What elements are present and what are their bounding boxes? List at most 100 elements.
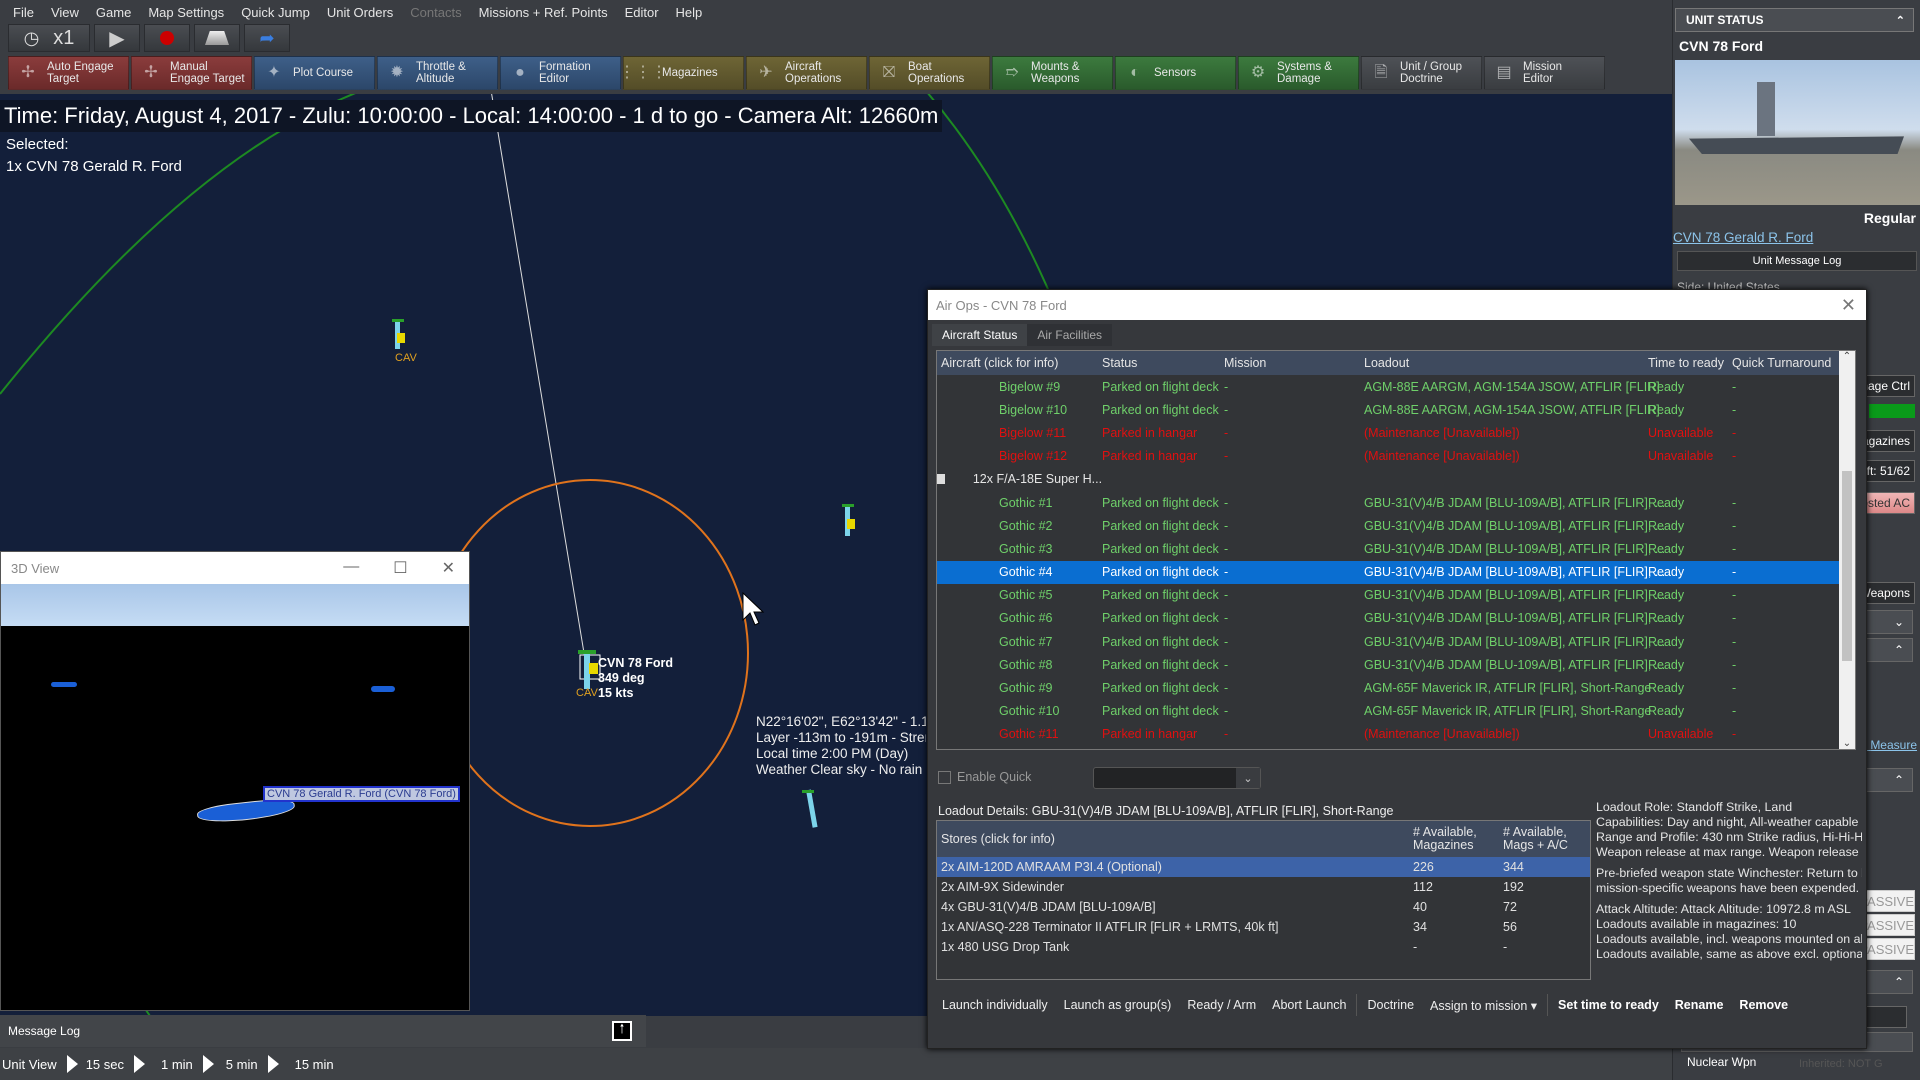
toolbar-button-magazines[interactable]: ⋮⋮⋮ Magazines [619, 56, 744, 90]
step-15sec[interactable]: 15 sec [86, 1057, 124, 1072]
close-icon[interactable]: ✕ [442, 558, 455, 578]
aircraft-row[interactable]: Gothic #9 Parked on flight deck - AGM-65F M… [937, 676, 1855, 699]
toolbar-button-systems-damage[interactable]: ⚙ Systems & Damage [1238, 56, 1359, 90]
aircraft-table-scrollbar[interactable]: ⌃ ⌄ [1839, 351, 1855, 749]
toolbar-button-boat-operations[interactable]: ⛝ Boat Operations [869, 56, 990, 90]
aircraft-row[interactable]: Gothic #10 Parked on flight deck - AGM-65F … [937, 700, 1855, 723]
toolbar-button-aircraft-operations[interactable]: ✈ Aircraft Operations [746, 56, 867, 90]
toolbar-button-plot-course[interactable]: ✦ Plot Course [254, 56, 375, 90]
col-quick-turnaround[interactable]: Quick Turnaround [1732, 356, 1832, 370]
unit-message-log-button[interactable]: Unit Message Log [1677, 251, 1917, 271]
toolbar-button-mission-editor[interactable]: ▤ Mission Editor [1484, 56, 1605, 90]
action-set-time-to-ready[interactable]: Set time to ready [1558, 998, 1659, 1012]
action-rename[interactable]: Rename [1675, 998, 1724, 1012]
menu-map-settings[interactable]: Map Settings [148, 5, 224, 20]
store-row[interactable]: 1x AN/ASQ-228 Terminator II ATFLIR [FLIR… [937, 917, 1590, 937]
unit-status-header[interactable]: UNIT STATUS ⌃ [1675, 8, 1914, 32]
action-remove[interactable]: Remove [1739, 998, 1788, 1012]
step-arrow-icon[interactable] [202, 1055, 214, 1073]
col-stores[interactable]: Stores (click for info) [937, 832, 1413, 846]
step-5min[interactable]: 5 min [226, 1057, 258, 1072]
layer-button[interactable] [194, 24, 240, 52]
emcon-radar[interactable]: PASSIVE [1863, 890, 1915, 912]
aircraft-row[interactable]: Gothic #2 Parked on flight deck - GBU-31(V)… [937, 514, 1855, 537]
col-aircraft[interactable]: Aircraft (click for info) [937, 356, 1102, 370]
step-arrow-icon[interactable] [66, 1055, 78, 1073]
aircraft-group-row[interactable]: 12x F/A-18E Super H... [937, 468, 1855, 491]
collapse-icon[interactable]: ⌃ [1896, 14, 1905, 27]
action-doctrine[interactable]: Doctrine [1367, 998, 1414, 1012]
unit-label[interactable]: CVN 78 Ford 349 deg 15 kts [598, 656, 673, 701]
aircraft-row[interactable]: Gothic #4 Parked on flight deck - GBU-31(V)… [937, 560, 1855, 584]
aircraft-row[interactable]: Gothic #7 Parked on flight deck - GBU-31(V)… [937, 630, 1855, 653]
menu-missions[interactable]: Missions + Ref. Points [479, 5, 608, 20]
toolbar-button-throttle-altitude[interactable]: ✹ Throttle & Altitude [377, 56, 498, 90]
collapse-group-icon[interactable] [937, 474, 945, 485]
aircraft-row[interactable]: Bigelow #9 Parked on flight deck - AGM-88E … [937, 375, 1855, 398]
menu-editor[interactable]: Editor [625, 5, 659, 20]
aircraft-row[interactable]: Gothic #6 Parked on flight deck - GBU-31(V)… [937, 607, 1855, 630]
aircraft-row[interactable]: Gothic #8 Parked on flight deck - GBU-31(V)… [937, 653, 1855, 676]
toolbar-button-formation-editor[interactable]: ● Formation Editor [500, 56, 621, 90]
measure-link[interactable]: Measure / [1865, 738, 1917, 752]
toolbar-button-auto-engage-target[interactable]: ✢ Auto Engage Target [8, 56, 129, 90]
menu-game[interactable]: Game [96, 5, 131, 20]
menu-unit-orders[interactable]: Unit Orders [327, 5, 393, 20]
action-assign-to-mission[interactable]: Assign to mission ▾ [1430, 998, 1537, 1013]
step-arrow-icon[interactable] [267, 1055, 279, 1073]
emcon-oecm[interactable]: PASSIVE [1863, 938, 1915, 960]
store-row[interactable]: 2x AIM-120D AMRAAM P3I.4 (Optional) 226 34… [937, 857, 1590, 877]
toolbar-button-mounts-weapons[interactable]: ➱ Mounts & Weapons [992, 56, 1113, 90]
action-abort-launch[interactable]: Abort Launch [1272, 998, 1346, 1012]
menu-quick-jump[interactable]: Quick Jump [241, 5, 310, 20]
col-available-total[interactable]: # Available, Mags + A/C [1503, 826, 1583, 852]
col-available-magazines[interactable]: # Available, Magazines [1413, 826, 1503, 852]
time-compression-button[interactable]: ◷ x1 [8, 24, 90, 52]
aircraft-row[interactable]: Gothic #11 Parked in hangar - (Maintenance … [937, 723, 1855, 746]
toolbar-button-manual-engage-target[interactable]: ✢ Manual Engage Target [131, 56, 252, 90]
col-status[interactable]: Status [1102, 356, 1224, 370]
unit-view-label[interactable]: Unit View [2, 1057, 57, 1072]
maximize-icon[interactable]: ☐ [393, 558, 407, 578]
tab-aircraft-status[interactable]: Aircraft Status [932, 324, 1028, 346]
aircraft-row[interactable]: Gothic #1 Parked on flight deck - GBU-31(V)… [937, 491, 1855, 514]
quick-turnaround-dropdown[interactable]: ⌄ [1093, 767, 1261, 789]
unit-class-link[interactable]: CVN 78 Gerald R. Ford [1673, 230, 1813, 245]
action-ready-arm[interactable]: Ready / Arm [1187, 998, 1256, 1012]
message-log-bar[interactable]: Message Log 🠑 [0, 1015, 646, 1047]
menu-view[interactable]: View [51, 5, 79, 20]
aircraft-row[interactable]: Bigelow #11 Parked in hangar - (Maintenance… [937, 421, 1855, 444]
3d-view-titlebar[interactable]: 3D View — ☐ ✕ [1, 552, 469, 584]
step-15min[interactable]: 15 min [295, 1057, 334, 1072]
aircraft-row[interactable]: Bigelow #10 Parked on flight deck - AGM-88E… [937, 398, 1855, 421]
store-row[interactable]: 1x 480 USG Drop Tank - - [937, 937, 1590, 957]
action-launch-as-group-s[interactable]: Launch as group(s) [1064, 998, 1172, 1012]
aircraft-row[interactable]: Gothic #5 Parked on flight deck - GBU-31(V)… [937, 584, 1855, 607]
menu-file[interactable]: File [13, 5, 34, 20]
minimize-icon[interactable]: — [343, 558, 359, 578]
3d-view-window[interactable]: 3D View — ☐ ✕ CVN 78 Gerald R. Ford (CVN… [0, 551, 470, 1011]
col-time-to-ready[interactable]: Time to ready [1648, 356, 1732, 370]
emcon-sonar[interactable]: PASSIVE [1863, 914, 1915, 936]
col-loadout[interactable]: Loadout [1364, 356, 1648, 370]
tab-air-facilities[interactable]: Air Facilities [1027, 324, 1113, 346]
toolbar-button-sensors[interactable]: ◐ Sensors [1115, 56, 1236, 90]
aircraft-row[interactable]: Gothic #3 Parked on flight deck - GBU-31(V)… [937, 537, 1855, 560]
scrollbar-thumb[interactable] [1842, 471, 1852, 661]
store-row[interactable]: 2x AIM-9X Sidewinder 112 192 [937, 877, 1590, 897]
toolbar-button-unit-group-doctrine[interactable]: 🗎 Unit / Group Doctrine [1361, 56, 1482, 90]
step-1min[interactable]: 1 min [161, 1057, 193, 1072]
record-button[interactable] [144, 24, 190, 52]
step-arrow-icon[interactable] [134, 1055, 145, 1073]
aircraft-row[interactable]: Bigelow #12 Parked in hangar - (Maintenance… [937, 445, 1855, 468]
checkbox[interactable] [938, 770, 951, 784]
play-button[interactable]: ▶ [94, 24, 140, 52]
chevron-down-icon[interactable]: ⌄ [1236, 768, 1260, 788]
scroll-up-icon[interactable]: ⌃ [1839, 351, 1855, 362]
close-icon[interactable]: ✕ [1841, 295, 1856, 316]
col-mission[interactable]: Mission [1224, 356, 1364, 370]
expand-up-icon[interactable]: 🠑 [612, 1021, 632, 1041]
scroll-down-icon[interactable]: ⌄ [1839, 738, 1855, 749]
air-ops-titlebar[interactable]: Air Ops - CVN 78 Ford ✕ [928, 290, 1866, 320]
action-launch-individually[interactable]: Launch individually [942, 998, 1048, 1012]
